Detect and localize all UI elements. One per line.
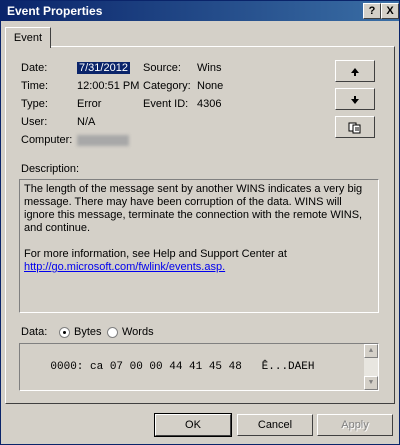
scroll-down-icon[interactable]: ▼ bbox=[364, 376, 378, 390]
source-label: Source: bbox=[143, 62, 181, 74]
tab-event[interactable]: Event bbox=[5, 27, 51, 48]
copy-button[interactable] bbox=[335, 116, 375, 138]
arrow-up-icon bbox=[351, 67, 359, 76]
eventid-value: 4306 bbox=[197, 98, 222, 110]
words-radio-label[interactable]: Words bbox=[122, 326, 154, 338]
bytes-radio[interactable] bbox=[59, 327, 70, 338]
data-text-area[interactable]: 0000: ca 07 00 00 44 41 45 48 Ê...DAEH ▲… bbox=[19, 343, 379, 391]
arrow-down-icon bbox=[351, 95, 359, 104]
window-title: Event Properties bbox=[7, 4, 103, 18]
category-label: Category: bbox=[143, 80, 191, 92]
user-label: User: bbox=[21, 116, 48, 128]
tab-event-label: Event bbox=[13, 32, 43, 44]
date-value[interactable]: 7/31/2012 bbox=[77, 62, 130, 74]
cancel-button[interactable]: Cancel bbox=[237, 414, 313, 436]
scroll-up-icon[interactable]: ▲ bbox=[364, 344, 378, 358]
previous-event-button[interactable] bbox=[335, 60, 375, 82]
event-properties-window: Event Properties ? X Event Date: 7/31/20… bbox=[0, 0, 400, 445]
copy-icon bbox=[348, 122, 361, 134]
data-content: 0000: ca 07 00 00 44 41 45 48 Ê...DAEH bbox=[50, 361, 315, 373]
description-paragraph-2: For more information, see Help and Suppo… bbox=[24, 248, 287, 260]
description-label: Description: bbox=[21, 163, 80, 175]
help-button[interactable]: ? bbox=[363, 3, 381, 19]
description-text-area[interactable]: The length of the message sent by anothe… bbox=[19, 179, 379, 313]
help-link[interactable]: http://go.microsoft.com/fwlink/events.as… bbox=[24, 261, 225, 273]
bytes-radio-label[interactable]: Bytes bbox=[74, 326, 102, 338]
computer-label: Computer: bbox=[21, 134, 73, 146]
eventid-label: Event ID: bbox=[143, 98, 189, 110]
date-label: Date: bbox=[21, 62, 48, 74]
source-value: Wins bbox=[197, 62, 222, 74]
time-label: Time: bbox=[21, 80, 49, 92]
data-scrollbar[interactable]: ▲ ▼ bbox=[364, 344, 378, 390]
title-bar: Event Properties ? X bbox=[1, 1, 399, 21]
computer-value-redacted bbox=[77, 134, 129, 146]
words-radio[interactable] bbox=[107, 327, 118, 338]
type-value: Error bbox=[77, 98, 102, 110]
apply-button[interactable]: Apply bbox=[317, 414, 393, 436]
type-label: Type: bbox=[21, 98, 48, 110]
user-value: N/A bbox=[77, 116, 96, 128]
time-value: 12:00:51 PM bbox=[77, 80, 140, 92]
next-event-button[interactable] bbox=[335, 88, 375, 110]
data-label: Data: bbox=[21, 326, 48, 338]
category-value: None bbox=[197, 80, 224, 92]
description-paragraph-1: The length of the message sent by anothe… bbox=[24, 183, 363, 234]
close-button[interactable]: X bbox=[381, 3, 399, 19]
ok-button[interactable]: OK bbox=[154, 413, 232, 437]
date-value-text: 7/31/2012 bbox=[77, 62, 130, 74]
